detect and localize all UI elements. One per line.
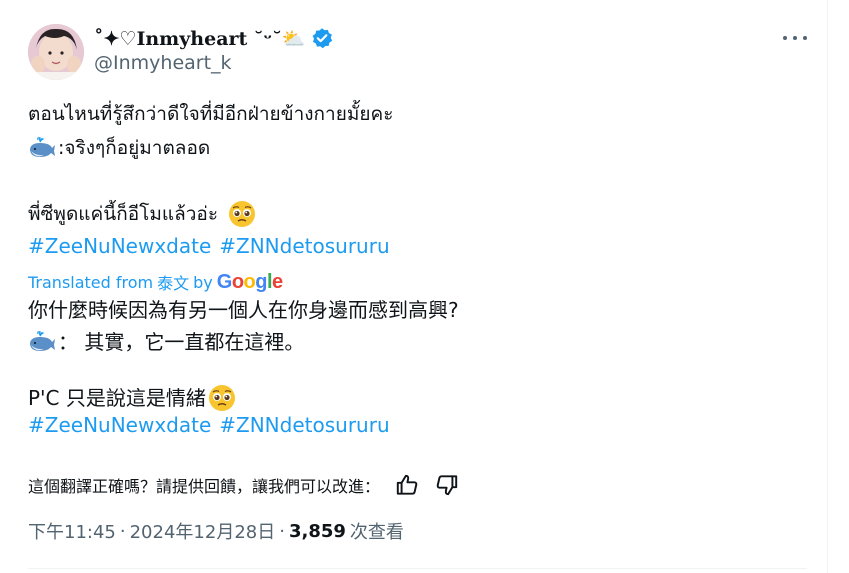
translated-text: 你什麼時候因為有另一個人在你身邊而感到高興?	[28, 298, 459, 322]
more-dot	[793, 36, 797, 40]
author-handle[interactable]: @Inmyheart_k	[94, 52, 232, 74]
hashtags-original: #ZeeNuNewxdate #ZNNdetosururu	[28, 234, 390, 258]
tweet-text: :จริงๆก็อยู่มาตลอด	[58, 137, 211, 159]
more-dot	[803, 36, 807, 40]
google-logo-letter: o	[243, 270, 256, 293]
translated-text: ： 其實，它一直都在這裡。	[58, 330, 305, 354]
divider	[28, 568, 807, 569]
translated-by: by	[193, 272, 213, 292]
translated-from-label[interactable]: Translated from 泰文 by Google	[28, 270, 283, 294]
tweet-text-line-3: พี่ซีพูดแค่นี้ก็อีโมแล้วอ่ะ	[28, 200, 256, 228]
tweet-meta: 下午11:45 · 2024年12月28日 · 3,859 次查看	[28, 518, 404, 544]
google-logo: Google	[217, 271, 283, 294]
display-name[interactable]: ˚✦♡Inmyheart ˘ᵕ˘⛅	[94, 27, 305, 50]
thumbs-down-icon[interactable]	[434, 472, 460, 498]
tweet-text: ตอนไหนที่รู้สึกว่าดีใจที่มีอีกฝ่ายข้างกา…	[28, 103, 394, 125]
translated-text-line-2: ： 其實，它一直都在這裡。	[28, 329, 304, 355]
hashtag-link[interactable]: #ZeeNuNewxdate	[28, 413, 211, 437]
verified-badge-icon	[311, 27, 333, 49]
hashtag-link[interactable]: #ZNNdetosururu	[219, 413, 389, 437]
source-language: 泰文	[157, 274, 190, 293]
views-count: 3,859	[288, 520, 346, 542]
hashtag-link[interactable]: #ZNNdetosururu	[219, 234, 389, 258]
translated-prefix: Translated from	[28, 272, 154, 292]
google-logo-letter: e	[272, 270, 283, 293]
more-horizontal-icon[interactable]	[783, 28, 807, 48]
tweet-time[interactable]: 下午11:45	[28, 518, 116, 544]
tweet-date[interactable]: 2024年12月28日	[130, 518, 276, 544]
hashtags-translated: #ZeeNuNewxdate #ZNNdetosururu	[28, 413, 390, 437]
translated-text: P'C 只是說這是情緒	[28, 386, 206, 410]
avatar[interactable]	[28, 24, 84, 80]
translated-text-line-3: P'C 只是說這是情緒	[28, 384, 236, 412]
feedback-prompt: 這個翻譯正確嗎？請提供回饋，讓我們可以改進：	[28, 477, 381, 496]
whale-emoji-icon	[28, 331, 56, 353]
translation-feedback: 這個翻譯正確嗎？請提供回饋，讓我們可以改進：	[28, 472, 460, 498]
author-name-row: ˚✦♡Inmyheart ˘ᵕ˘⛅	[94, 24, 333, 52]
more-dot	[783, 36, 787, 40]
meta-separator: ·	[279, 520, 285, 542]
tweet-text-line-1: ตอนไหนที่รู้สึกว่าดีใจที่มีอีกฝ่ายข้างกา…	[28, 101, 393, 127]
pleading-face-emoji-icon	[208, 384, 236, 412]
meta-separator: ·	[119, 520, 126, 542]
google-logo-letter: g	[255, 270, 267, 293]
whale-emoji-icon	[28, 137, 56, 159]
translated-text-line-1: 你什麼時候因為有另一個人在你身邊而感到高興?	[28, 297, 459, 323]
tweet-card: ˚✦♡Inmyheart ˘ᵕ˘⛅ @Inmyheart_k ตอนไหนที่…	[0, 0, 828, 573]
google-logo-letter: G	[216, 270, 233, 293]
pleading-face-emoji-icon	[228, 200, 256, 228]
tweet-text-line-2: :จริงๆก็อยู่มาตลอด	[28, 135, 210, 161]
hashtag-link[interactable]: #ZeeNuNewxdate	[28, 234, 211, 258]
thumbs-up-icon[interactable]	[394, 472, 420, 498]
google-logo-letter: o	[231, 270, 244, 293]
tweet-text: พี่ซีพูดแค่นี้ก็อีโมแล้วอ่ะ	[28, 203, 219, 225]
views-label: 次查看	[349, 522, 404, 543]
